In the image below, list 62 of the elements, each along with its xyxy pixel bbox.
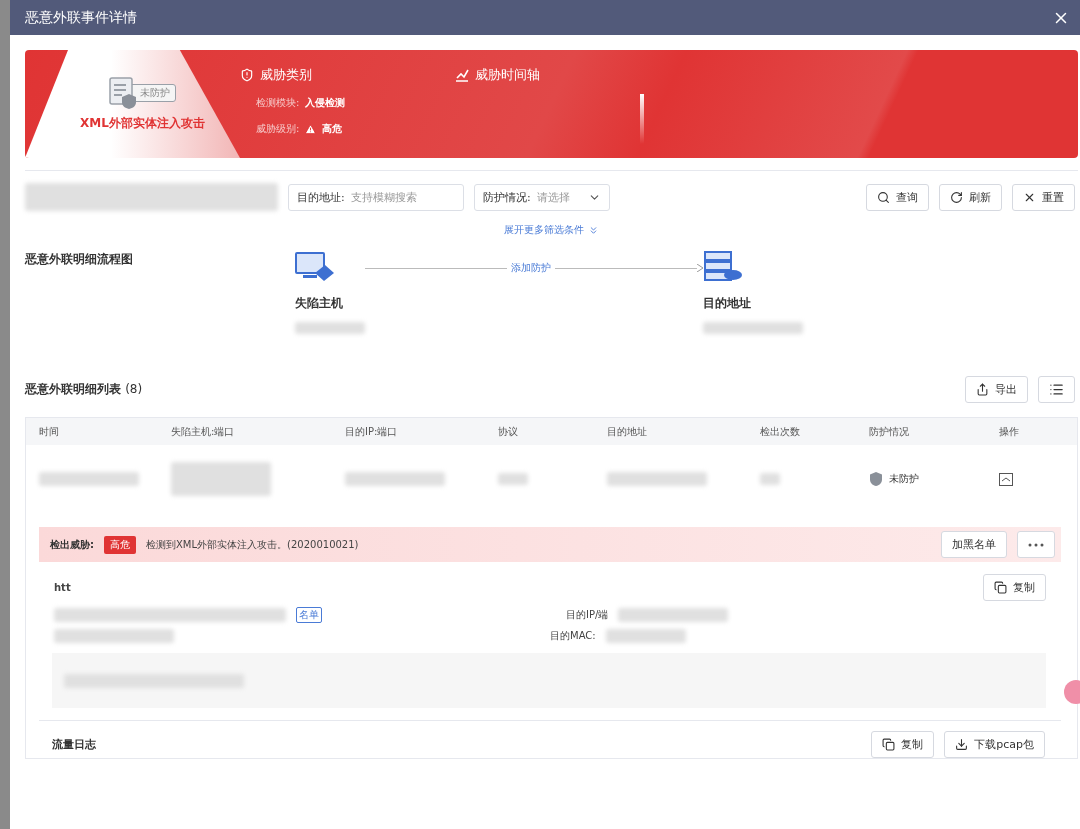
section-title: 威胁时间轴 — [455, 66, 540, 84]
chart-line-icon — [455, 68, 469, 82]
copy-icon — [882, 738, 896, 751]
download-icon — [955, 738, 969, 751]
severity-tag: 高危 — [104, 535, 136, 554]
expand-link[interactable]: 展开更多筛选条件 — [504, 223, 599, 237]
refresh-button[interactable]: 刷新 — [939, 183, 1002, 211]
field-label: 目的MAC: — [550, 629, 596, 643]
input-field[interactable]: 目的地址: 支持模糊搜索 — [288, 183, 464, 211]
export-button[interactable]: 导出 — [965, 376, 1028, 403]
columns-button[interactable] — [1038, 376, 1075, 403]
blacklist-link[interactable]: 名单 — [296, 607, 322, 623]
field-label: 威胁级别: — [256, 122, 300, 136]
field-value: 高危 — [322, 122, 343, 136]
protocol-label: htt — [54, 582, 72, 593]
column-header: 目的IP:端口 — [345, 424, 399, 439]
section-title: 恶意外联明细列表 (8) — [25, 381, 143, 398]
timeline-bar — [640, 94, 644, 144]
field-label: 目的IP/端 — [566, 608, 609, 622]
column-header: 目的地址 — [607, 424, 648, 439]
section-title: 恶意外联明细流程图 — [25, 251, 134, 268]
list-icon — [1049, 382, 1064, 397]
node-label: 目的地址 — [703, 295, 752, 312]
alert-message: 检测到XML外部实体注入攻击。(2020010021) — [146, 537, 360, 552]
download-button[interactable]: 下载pcap包 — [944, 731, 1045, 758]
double-chevron-icon — [588, 224, 599, 236]
add-protection-link[interactable]: 添加防护 — [507, 261, 555, 275]
column-header: 时间 — [39, 424, 60, 439]
select-field[interactable]: 防护情况: 请选择 — [474, 183, 610, 211]
copy-button[interactable]: 复制 — [983, 574, 1046, 601]
blacklist-button[interactable]: 加黑名单 — [941, 531, 1007, 558]
arrowhead-icon — [697, 264, 703, 272]
warning-icon — [305, 123, 317, 135]
table-cell: 未防护 — [889, 472, 919, 486]
blurred-text — [295, 322, 365, 334]
collapse-icon[interactable] — [999, 472, 1013, 486]
more-icon — [1028, 542, 1044, 547]
section-title: 威胁类别 — [240, 66, 455, 84]
alert-label: 检出威胁: — [50, 537, 94, 552]
threat-name: XML外部实体注入攻击 — [80, 114, 205, 132]
copy-button[interactable]: 复制 — [871, 731, 935, 758]
column-header: 协议 — [498, 424, 519, 439]
column-header: 防护情况 — [869, 424, 910, 439]
node-label: 失陷主机 — [295, 295, 344, 312]
shield-icon — [869, 471, 883, 487]
column-header: 失陷主机:端口 — [171, 424, 236, 439]
export-icon — [976, 383, 989, 396]
window-title: 恶意外联事件详情 — [25, 8, 137, 27]
blurred-text — [498, 473, 528, 485]
reset-button[interactable]: 重置 — [1012, 183, 1075, 211]
field-value: 入侵检测 — [305, 96, 346, 110]
search-button[interactable]: 查询 — [866, 183, 929, 211]
blurred-text — [760, 473, 780, 485]
document-shield-icon — [109, 76, 139, 109]
search-icon — [877, 190, 890, 204]
section-title: 流量日志 — [52, 737, 96, 752]
refresh-icon — [950, 190, 963, 204]
copy-icon — [994, 581, 1007, 594]
field-label: 检测模块: — [256, 96, 300, 110]
column-header: 检出次数 — [760, 424, 801, 439]
shield-icon — [240, 68, 254, 82]
column-header: 操作 — [999, 424, 1020, 439]
